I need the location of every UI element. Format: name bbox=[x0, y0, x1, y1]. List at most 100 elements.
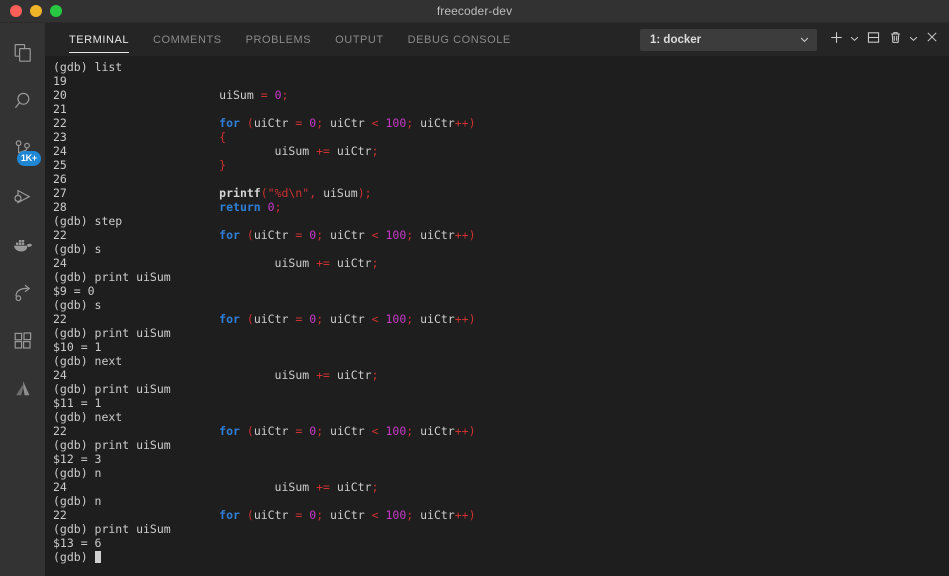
terminal-line: $13 = 6 bbox=[53, 536, 949, 550]
terminal-token: += bbox=[316, 256, 330, 270]
terminal-token: for bbox=[219, 312, 240, 326]
terminal-token: += bbox=[316, 480, 330, 494]
tab-comments[interactable]: COMMENTS bbox=[141, 23, 234, 56]
terminal-line: (gdb) list bbox=[53, 60, 949, 74]
terminal-token: uiCtr bbox=[253, 508, 296, 522]
run-debug-icon bbox=[12, 186, 34, 208]
sidebar-item-atlassian[interactable] bbox=[0, 365, 45, 413]
terminal-token: $9 = 0 bbox=[53, 284, 95, 298]
tab-terminal[interactable]: TERMINAL bbox=[57, 23, 141, 56]
close-panel-button[interactable] bbox=[921, 29, 943, 51]
terminal-token: uiCtr bbox=[253, 228, 296, 242]
terminal-selector-dropdown[interactable]: 1: docker bbox=[640, 28, 817, 51]
terminal-token: 24 uiSum bbox=[53, 368, 317, 382]
terminal-token: ); bbox=[357, 186, 372, 200]
terminal-token: 24 uiSum bbox=[53, 480, 317, 494]
new-terminal-button[interactable] bbox=[825, 29, 847, 51]
terminal-token: 100 bbox=[385, 228, 407, 242]
terminal-token: (gdb) n bbox=[53, 466, 102, 480]
tab-problems[interactable]: PROBLEMS bbox=[234, 23, 324, 56]
minimize-window-button[interactable] bbox=[30, 5, 42, 17]
terminal-token: 22 bbox=[53, 228, 220, 242]
terminal-token: uiCtr bbox=[323, 508, 372, 522]
sidebar-item-explorer[interactable] bbox=[0, 29, 45, 77]
header-spacer bbox=[523, 23, 640, 56]
terminal-line: (gdb) print uiSum bbox=[53, 270, 949, 284]
terminal-selector-value: 1: docker bbox=[650, 33, 702, 46]
maximize-window-button[interactable] bbox=[50, 5, 62, 17]
terminal-token: ; bbox=[274, 200, 282, 214]
terminal-token: $13 = 6 bbox=[53, 536, 102, 550]
terminal-token: (gdb) s bbox=[53, 242, 102, 256]
terminal-output[interactable]: (gdb) list 19 20 uiSum = 0; 21 22 for (uiCtr… bbox=[45, 56, 949, 576]
terminal-token: 21 bbox=[53, 102, 67, 116]
sidebar-item-run-and-debug[interactable] bbox=[0, 173, 45, 221]
terminal-token: (gdb) list bbox=[53, 60, 123, 74]
terminal-token: { bbox=[219, 130, 227, 144]
trash-icon bbox=[888, 30, 903, 50]
terminal-token: 100 bbox=[385, 424, 407, 438]
sidebar-item-extensions[interactable] bbox=[0, 317, 45, 365]
terminal-token: 100 bbox=[385, 312, 407, 326]
tab-output[interactable]: OUTPUT bbox=[323, 23, 396, 56]
terminal-token: < bbox=[371, 508, 379, 522]
terminal-token: uiCtr bbox=[413, 228, 455, 242]
tab-debug-console-label: DEBUG CONSOLE bbox=[407, 33, 511, 46]
terminal-line: $9 = 0 bbox=[53, 284, 949, 298]
terminal-token: < bbox=[371, 312, 379, 326]
terminal-line: (gdb) s bbox=[53, 298, 949, 312]
terminal-line: 24 uiSum += uiCtr; bbox=[53, 256, 949, 270]
terminal-token: uiSum bbox=[316, 186, 358, 200]
tab-comments-label: COMMENTS bbox=[153, 33, 222, 46]
kill-terminal-button[interactable] bbox=[884, 29, 906, 51]
split-terminal-button[interactable] bbox=[862, 29, 884, 51]
terminal-token: 24 uiSum bbox=[53, 144, 317, 158]
sidebar-item-source-control[interactable]: 1K+ bbox=[0, 125, 45, 173]
terminal-token: ; bbox=[371, 256, 379, 270]
terminal-token: 20 uiSum bbox=[53, 88, 261, 102]
new-terminal-dropdown-button[interactable] bbox=[847, 29, 862, 51]
terminal-token: 23 bbox=[53, 130, 220, 144]
terminal-token: < bbox=[371, 228, 379, 242]
terminal-line: (gdb) next bbox=[53, 410, 949, 424]
panel-more-actions-button[interactable] bbox=[906, 29, 921, 51]
terminal-token: ; bbox=[371, 144, 379, 158]
terminal-cursor bbox=[94, 551, 101, 563]
terminal-token: = bbox=[260, 88, 268, 102]
terminal-line: 20 uiSum = 0; bbox=[53, 88, 949, 102]
terminal-line: 27 printf("%d\n", uiSum); bbox=[53, 186, 949, 200]
terminal-line: 22 for (uiCtr = 0; uiCtr < 100; uiCtr++) bbox=[53, 228, 949, 242]
terminal-token: (gdb) print uiSum bbox=[53, 382, 171, 396]
panel-toolbar: 1: docker bbox=[640, 23, 943, 56]
sidebar-item-docker[interactable] bbox=[0, 221, 45, 269]
sidebar-item-search[interactable] bbox=[0, 77, 45, 125]
terminal-token: ; bbox=[371, 368, 379, 382]
terminal-token: $11 = 1 bbox=[53, 396, 102, 410]
terminal-token: ++) bbox=[454, 228, 476, 242]
tab-terminal-label: TERMINAL bbox=[69, 33, 130, 46]
terminal-line: (gdb) print uiSum bbox=[53, 438, 949, 452]
terminal-line: 24 uiSum += uiCtr; bbox=[53, 480, 949, 494]
tab-debug-console[interactable]: DEBUG CONSOLE bbox=[396, 23, 523, 56]
terminal-line: 22 for (uiCtr = 0; uiCtr < 100; uiCtr++) bbox=[53, 312, 949, 326]
terminal-token: ; bbox=[371, 480, 379, 494]
close-window-button[interactable] bbox=[10, 5, 22, 17]
terminal-token: ; bbox=[281, 88, 289, 102]
terminal-line: (gdb) print uiSum bbox=[53, 382, 949, 396]
terminal-token: 22 bbox=[53, 424, 220, 438]
terminal-token: $10 = 1 bbox=[53, 340, 102, 354]
terminal-token: 25 bbox=[53, 158, 220, 172]
close-icon bbox=[925, 30, 939, 49]
terminal-token: ( bbox=[260, 186, 268, 200]
panel-header: TERMINAL COMMENTS PROBLEMS OUTPUT DEBUG … bbox=[45, 23, 949, 56]
terminal-token: += bbox=[316, 144, 330, 158]
tab-output-label: OUTPUT bbox=[335, 33, 384, 46]
terminal-line: 22 for (uiCtr = 0; uiCtr < 100; uiCtr++) bbox=[53, 116, 949, 130]
sidebar-item-remote-explorer[interactable] bbox=[0, 269, 45, 317]
chevron-down-icon bbox=[799, 34, 810, 45]
terminal-token: 100 bbox=[385, 508, 407, 522]
